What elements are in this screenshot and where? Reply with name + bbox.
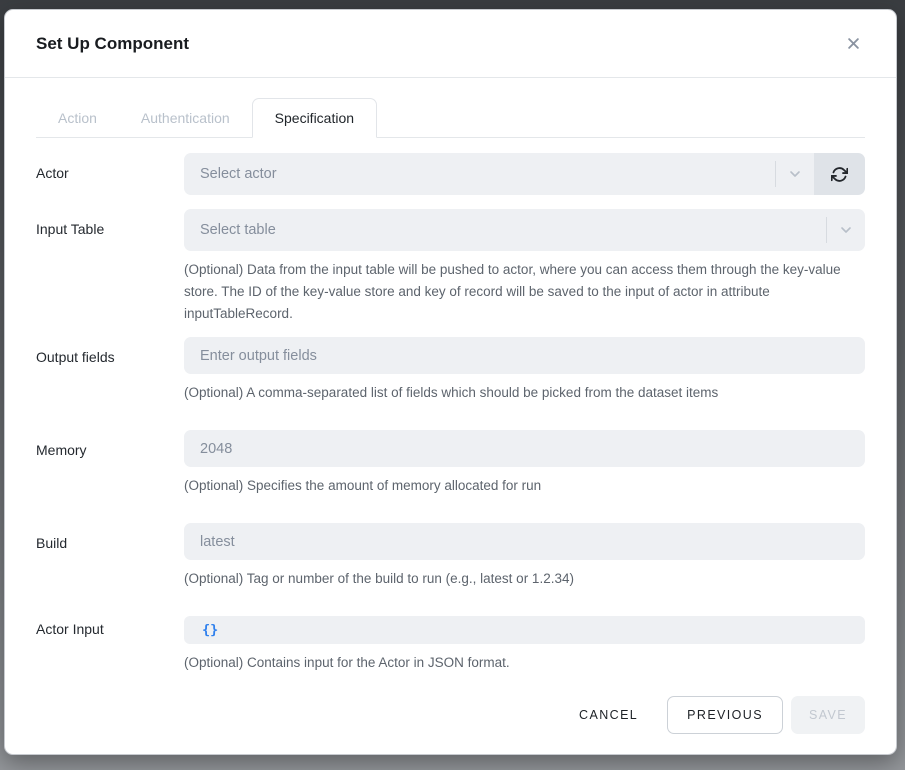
- cancel-button[interactable]: CANCEL: [561, 696, 656, 734]
- memory-row: Memory (Optional) Specifies the amount o…: [36, 430, 865, 497]
- build-help-text: (Optional) Tag or number of the build to…: [184, 568, 865, 590]
- close-button[interactable]: [842, 32, 865, 55]
- tab-authentication[interactable]: Authentication: [119, 98, 252, 137]
- actor-row: Actor Select actor: [36, 153, 865, 195]
- memory-label: Memory: [36, 430, 184, 497]
- input-table-help-text: (Optional) Data from the input table wil…: [184, 259, 865, 325]
- tab-specification[interactable]: Specification: [252, 98, 377, 138]
- setup-component-modal: Set Up Component Action Authentication S…: [4, 9, 897, 755]
- actor-label: Actor: [36, 153, 184, 195]
- refresh-icon: [831, 166, 848, 183]
- actor-input-help-text: (Optional) Contains input for the Actor …: [184, 652, 865, 674]
- output-fields-help-text: (Optional) A comma-separated list of fie…: [184, 382, 865, 404]
- input-table-select[interactable]: Select table: [184, 209, 865, 251]
- input-table-label: Input Table: [36, 209, 184, 325]
- actor-select-placeholder: Select actor: [200, 166, 277, 182]
- tab-bar: Action Authentication Specification: [36, 98, 865, 138]
- actor-select-group: Select actor: [184, 153, 865, 195]
- chevron-down-icon: [775, 161, 814, 187]
- output-fields-label: Output fields: [36, 337, 184, 404]
- modal-header: Set Up Component: [5, 10, 896, 78]
- specification-form: Actor Select actor: [5, 138, 896, 696]
- build-row: Build (Optional) Tag or number of the bu…: [36, 523, 865, 590]
- tab-action[interactable]: Action: [36, 98, 119, 137]
- build-label: Build: [36, 523, 184, 590]
- previous-button[interactable]: PREVIOUS: [667, 696, 783, 734]
- actor-select[interactable]: Select actor: [184, 153, 814, 195]
- input-table-row: Input Table Select table (Optional) Data…: [36, 209, 865, 325]
- input-table-select-placeholder: Select table: [200, 222, 276, 238]
- actor-input-json-editor[interactable]: {}: [184, 616, 865, 644]
- save-button[interactable]: SAVE: [791, 696, 865, 734]
- actor-input-row: Actor Input {} (Optional) Contains input…: [36, 616, 865, 674]
- output-fields-row: Output fields (Optional) A comma-separat…: [36, 337, 865, 404]
- output-fields-input[interactable]: [184, 337, 865, 374]
- build-input[interactable]: [184, 523, 865, 560]
- chevron-down-icon: [826, 217, 865, 243]
- memory-help-text: (Optional) Specifies the amount of memor…: [184, 475, 865, 497]
- memory-input[interactable]: [184, 430, 865, 467]
- modal-title: Set Up Component: [36, 34, 189, 54]
- close-icon: [846, 36, 861, 51]
- modal-footer: CANCEL PREVIOUS SAVE: [5, 696, 896, 754]
- refresh-actors-button[interactable]: [814, 153, 865, 195]
- actor-input-label: Actor Input: [36, 616, 184, 674]
